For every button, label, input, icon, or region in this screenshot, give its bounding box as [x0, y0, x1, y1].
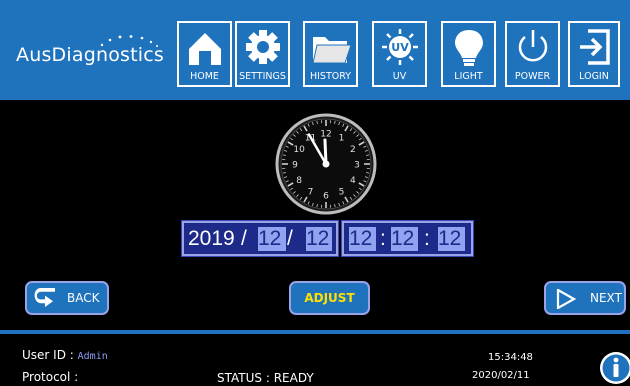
minute-field[interactable]: 12: [391, 227, 418, 251]
info-icon: [614, 358, 619, 363]
footer-time: 15:34:48: [488, 352, 533, 363]
time-separator: :: [424, 227, 430, 251]
back-arrow-icon: [33, 288, 57, 308]
nav-light-button[interactable]: LIGHT: [441, 21, 496, 87]
folder-icon: [309, 27, 353, 67]
year-field[interactable]: 2019: [188, 227, 240, 251]
analog-clock: 121234567891011: [275, 113, 377, 215]
clock-number: 7: [308, 187, 314, 197]
logo-text: AusDiagnostics: [16, 44, 164, 66]
lightbulb-icon: [449, 27, 489, 67]
nav-history-label: HISTORY: [305, 71, 356, 82]
login-icon: [574, 27, 614, 67]
back-button[interactable]: BACK: [25, 281, 109, 315]
uv-icon-text: UV: [391, 41, 409, 54]
nav-uv-label: UV: [374, 71, 425, 82]
nav-power-button[interactable]: POWER: [505, 21, 560, 87]
clock-number: 1: [339, 134, 345, 144]
clock-number: 5: [339, 187, 345, 197]
second-field[interactable]: 12: [438, 227, 465, 251]
time-separator: :: [380, 227, 386, 251]
day-field[interactable]: 12: [306, 227, 332, 251]
user-id-value: Admin: [78, 351, 108, 362]
clock-number: 9: [292, 161, 298, 171]
clock-number: 2: [350, 145, 356, 155]
clock-number: 6: [323, 192, 329, 202]
nav-login-button[interactable]: LOGIN: [568, 21, 620, 87]
footer-date: 2020/02/11: [472, 370, 530, 381]
home-icon: [185, 27, 225, 67]
adjust-button[interactable]: ADJUST: [289, 281, 370, 315]
month-field[interactable]: 12: [258, 227, 286, 251]
nav-login-label: LOGIN: [570, 71, 618, 82]
date-input-group: 2019 / 12 / 12: [182, 221, 338, 256]
user-id-label: User ID :: [22, 348, 74, 362]
date-separator: /: [287, 227, 293, 251]
hour-field[interactable]: 12: [349, 227, 376, 251]
status-footer: User ID : Admin Protocol : STATUS : READ…: [0, 330, 630, 385]
clock-number: 12: [320, 130, 331, 140]
time-input-group: 12 : 12 : 12: [342, 221, 473, 256]
status-text: STATUS : READY: [217, 371, 314, 385]
next-arrow-icon: [556, 289, 576, 309]
nav-home-label: HOME: [179, 71, 230, 82]
clock-number: 3: [354, 161, 360, 171]
adjust-label: ADJUST: [304, 291, 354, 305]
info-button[interactable]: [598, 350, 630, 386]
nav-settings-label: SETTINGS: [237, 71, 288, 82]
protocol-label: Protocol :: [22, 370, 78, 384]
nav-power-label: POWER: [507, 71, 558, 82]
clock-number: 8: [296, 176, 302, 186]
nav-uv-button[interactable]: UV UV: [372, 21, 427, 87]
user-id-row: User ID : Admin: [22, 348, 108, 362]
nav-history-button[interactable]: HISTORY: [303, 21, 358, 87]
clock-number: 10: [293, 145, 305, 155]
next-label: NEXT: [590, 291, 622, 305]
gear-icon: [243, 27, 283, 67]
date-separator: /: [241, 227, 247, 251]
top-nav-bar: AusDiagnostics HOME SETTINGS: [0, 0, 630, 100]
back-label: BACK: [67, 291, 99, 305]
power-icon: [513, 27, 553, 67]
clock-center: [323, 161, 330, 168]
nav-light-label: LIGHT: [443, 71, 494, 82]
next-button[interactable]: NEXT: [544, 281, 626, 315]
clock-number: 4: [350, 176, 356, 186]
nav-settings-button[interactable]: SETTINGS: [235, 21, 290, 87]
uv-icon: UV: [380, 27, 420, 67]
nav-home-button[interactable]: HOME: [177, 21, 232, 87]
